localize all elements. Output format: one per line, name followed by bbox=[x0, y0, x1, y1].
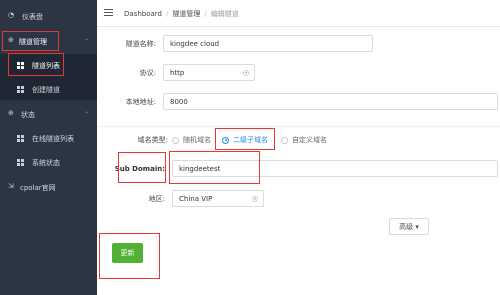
sidebar-item-online-tunnels[interactable]: 在线隧道列表 bbox=[0, 130, 97, 146]
sidebar-item-status[interactable]: ⊕ 状态 ⌃ bbox=[0, 106, 97, 122]
chevron-up-icon: ⌃ bbox=[83, 38, 89, 45]
subdomain-input[interactable]: kingdeetest bbox=[172, 160, 498, 177]
breadcrumb-current: 编辑隧道 bbox=[210, 10, 239, 18]
grid-icon bbox=[17, 86, 24, 93]
breadcrumb-section[interactable]: 隧道管理 bbox=[172, 10, 200, 18]
tunnel-name-input[interactable]: kingdee cloud bbox=[163, 35, 373, 52]
region-label: 地区: bbox=[148, 195, 165, 203]
sidebar-item-system-status[interactable]: 系统状态 bbox=[0, 154, 97, 170]
radio-custom-domain[interactable]: 自定义域名 bbox=[281, 135, 327, 145]
radio-random-domain[interactable]: 随机域名 bbox=[172, 135, 211, 145]
dashboard-icon: ◔ bbox=[8, 11, 15, 19]
menu-toggle-icon[interactable] bbox=[104, 9, 113, 16]
breadcrumb-home[interactable]: Dashboard bbox=[124, 10, 162, 18]
sidebar-item-tunnel-list[interactable]: 隧道列表 bbox=[0, 56, 97, 74]
divider bbox=[97, 126, 500, 127]
tunnel-icon: ⊕ bbox=[8, 36, 14, 44]
grid-icon bbox=[17, 62, 24, 69]
subdomain-label: Sub Domain: bbox=[114, 165, 165, 173]
radio-dot bbox=[222, 136, 229, 144]
plus-icon: ⊕ bbox=[8, 109, 14, 117]
radio-dot bbox=[172, 136, 179, 144]
radio-subdomain[interactable]: 二级子域名 bbox=[222, 135, 268, 145]
link-icon: ⇲ bbox=[8, 182, 14, 190]
protocol-select[interactable]: http bbox=[163, 64, 255, 81]
breadcrumb: Dashboard / 隧道管理 / 编辑隧道 bbox=[124, 10, 239, 18]
domain-type-label: 域名类型: bbox=[137, 136, 168, 144]
protocol-label: 协议: bbox=[139, 69, 156, 77]
sidebar-item-cpolar-site[interactable]: ⇲ cpolar官网 bbox=[0, 179, 97, 195]
sidebar: ◔ 仪表盘 ⊕ 隧道管理 ⌃ 隧道列表 创建隧道 ⊕ 状态 ⌃ 在线隧道列表 系… bbox=[0, 0, 97, 295]
grid-icon bbox=[17, 135, 24, 142]
sidebar-item-tunnel-management[interactable]: ⊕ 隧道管理 ⌃ bbox=[0, 32, 97, 50]
chevron-down-icon bbox=[243, 70, 249, 76]
sidebar-item-create-tunnel[interactable]: 创建隧道 bbox=[0, 81, 97, 99]
update-button[interactable]: 更新 bbox=[112, 243, 143, 263]
advanced-button[interactable]: 高级 ▾ bbox=[389, 218, 429, 235]
chevron-up-icon: ⌃ bbox=[83, 111, 89, 118]
radio-dot bbox=[281, 136, 288, 144]
chevron-down-icon bbox=[252, 196, 258, 202]
grid-icon bbox=[17, 159, 24, 166]
tunnel-name-label: 隧道名称: bbox=[125, 40, 156, 48]
top-bar: Dashboard / 隧道管理 / 编辑隧道 bbox=[97, 0, 500, 27]
sidebar-item-dashboard[interactable]: ◔ 仪表盘 bbox=[0, 8, 97, 24]
region-select[interactable]: China VIP bbox=[172, 190, 264, 207]
local-address-input[interactable]: 8000 bbox=[163, 93, 498, 110]
local-address-label: 本地地址: bbox=[125, 98, 156, 106]
